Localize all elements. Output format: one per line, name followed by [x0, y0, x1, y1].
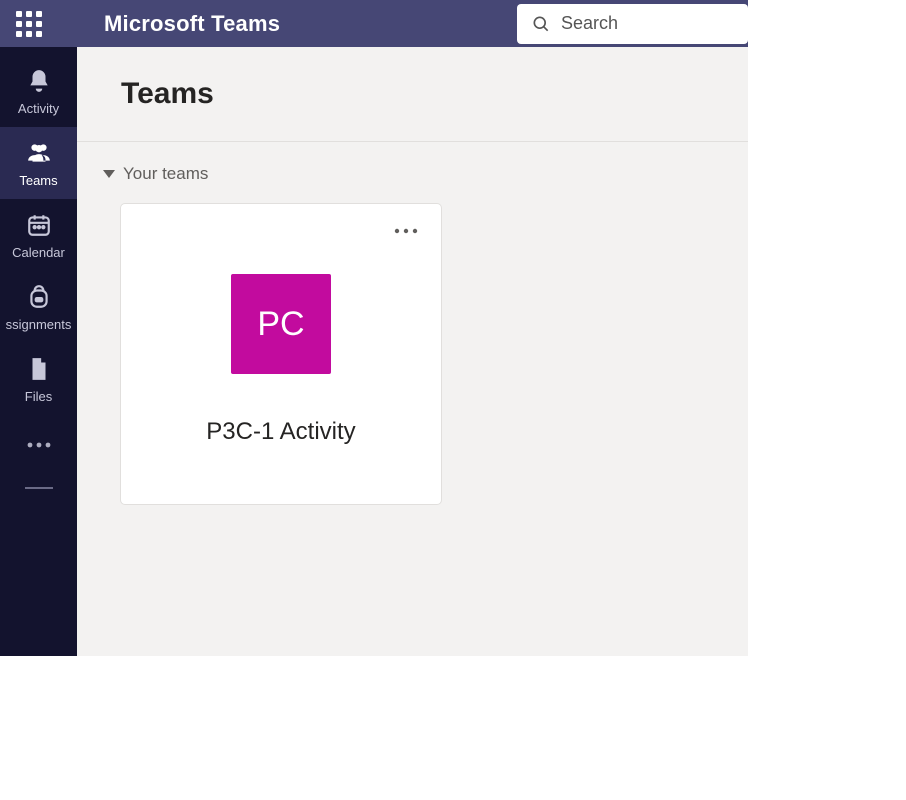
ellipsis-icon [393, 227, 419, 235]
section-label: Your teams [123, 164, 208, 184]
rail-divider [25, 487, 53, 489]
page-title: Teams [121, 77, 708, 111]
team-card[interactable]: PC P3C-1 Activity [121, 204, 441, 504]
rail-label: Files [25, 389, 52, 404]
bell-icon [25, 67, 53, 95]
search-box[interactable] [517, 4, 748, 44]
app-launcher-icon[interactable] [12, 7, 46, 41]
chevron-down-icon [103, 170, 115, 178]
team-grid: PC P3C-1 Activity [121, 204, 708, 504]
rail-label: Teams [19, 173, 57, 188]
rail-item-activity[interactable]: Activity [0, 55, 77, 127]
rail-label: ssignments [6, 317, 72, 332]
team-card-more-button[interactable] [393, 222, 419, 240]
calendar-icon [25, 211, 53, 239]
team-avatar: PC [231, 274, 331, 374]
rail-label: Calendar [12, 245, 65, 260]
rail-label: Activity [18, 101, 59, 116]
file-icon [25, 355, 53, 383]
rail-item-calendar[interactable]: Calendar [0, 199, 77, 271]
app-header: Microsoft Teams [0, 0, 748, 47]
people-icon [25, 139, 53, 167]
rail-item-teams[interactable]: Teams [0, 127, 77, 199]
nav-rail: Activity Teams Calendar ssignments [0, 47, 77, 656]
ellipsis-icon [26, 441, 52, 449]
backpack-icon [25, 283, 53, 311]
team-name: P3C-1 Activity [206, 418, 355, 446]
rail-more-button[interactable] [0, 425, 77, 465]
rail-item-assignments[interactable]: ssignments [0, 271, 77, 343]
rail-item-files[interactable]: Files [0, 343, 77, 415]
your-teams-toggle[interactable]: Your teams [103, 164, 208, 184]
search-icon [531, 14, 551, 34]
main-panel: Teams Your teams PC P3C-1 Activity [77, 47, 748, 656]
app-title: Microsoft Teams [104, 11, 280, 37]
search-input[interactable] [561, 13, 734, 34]
